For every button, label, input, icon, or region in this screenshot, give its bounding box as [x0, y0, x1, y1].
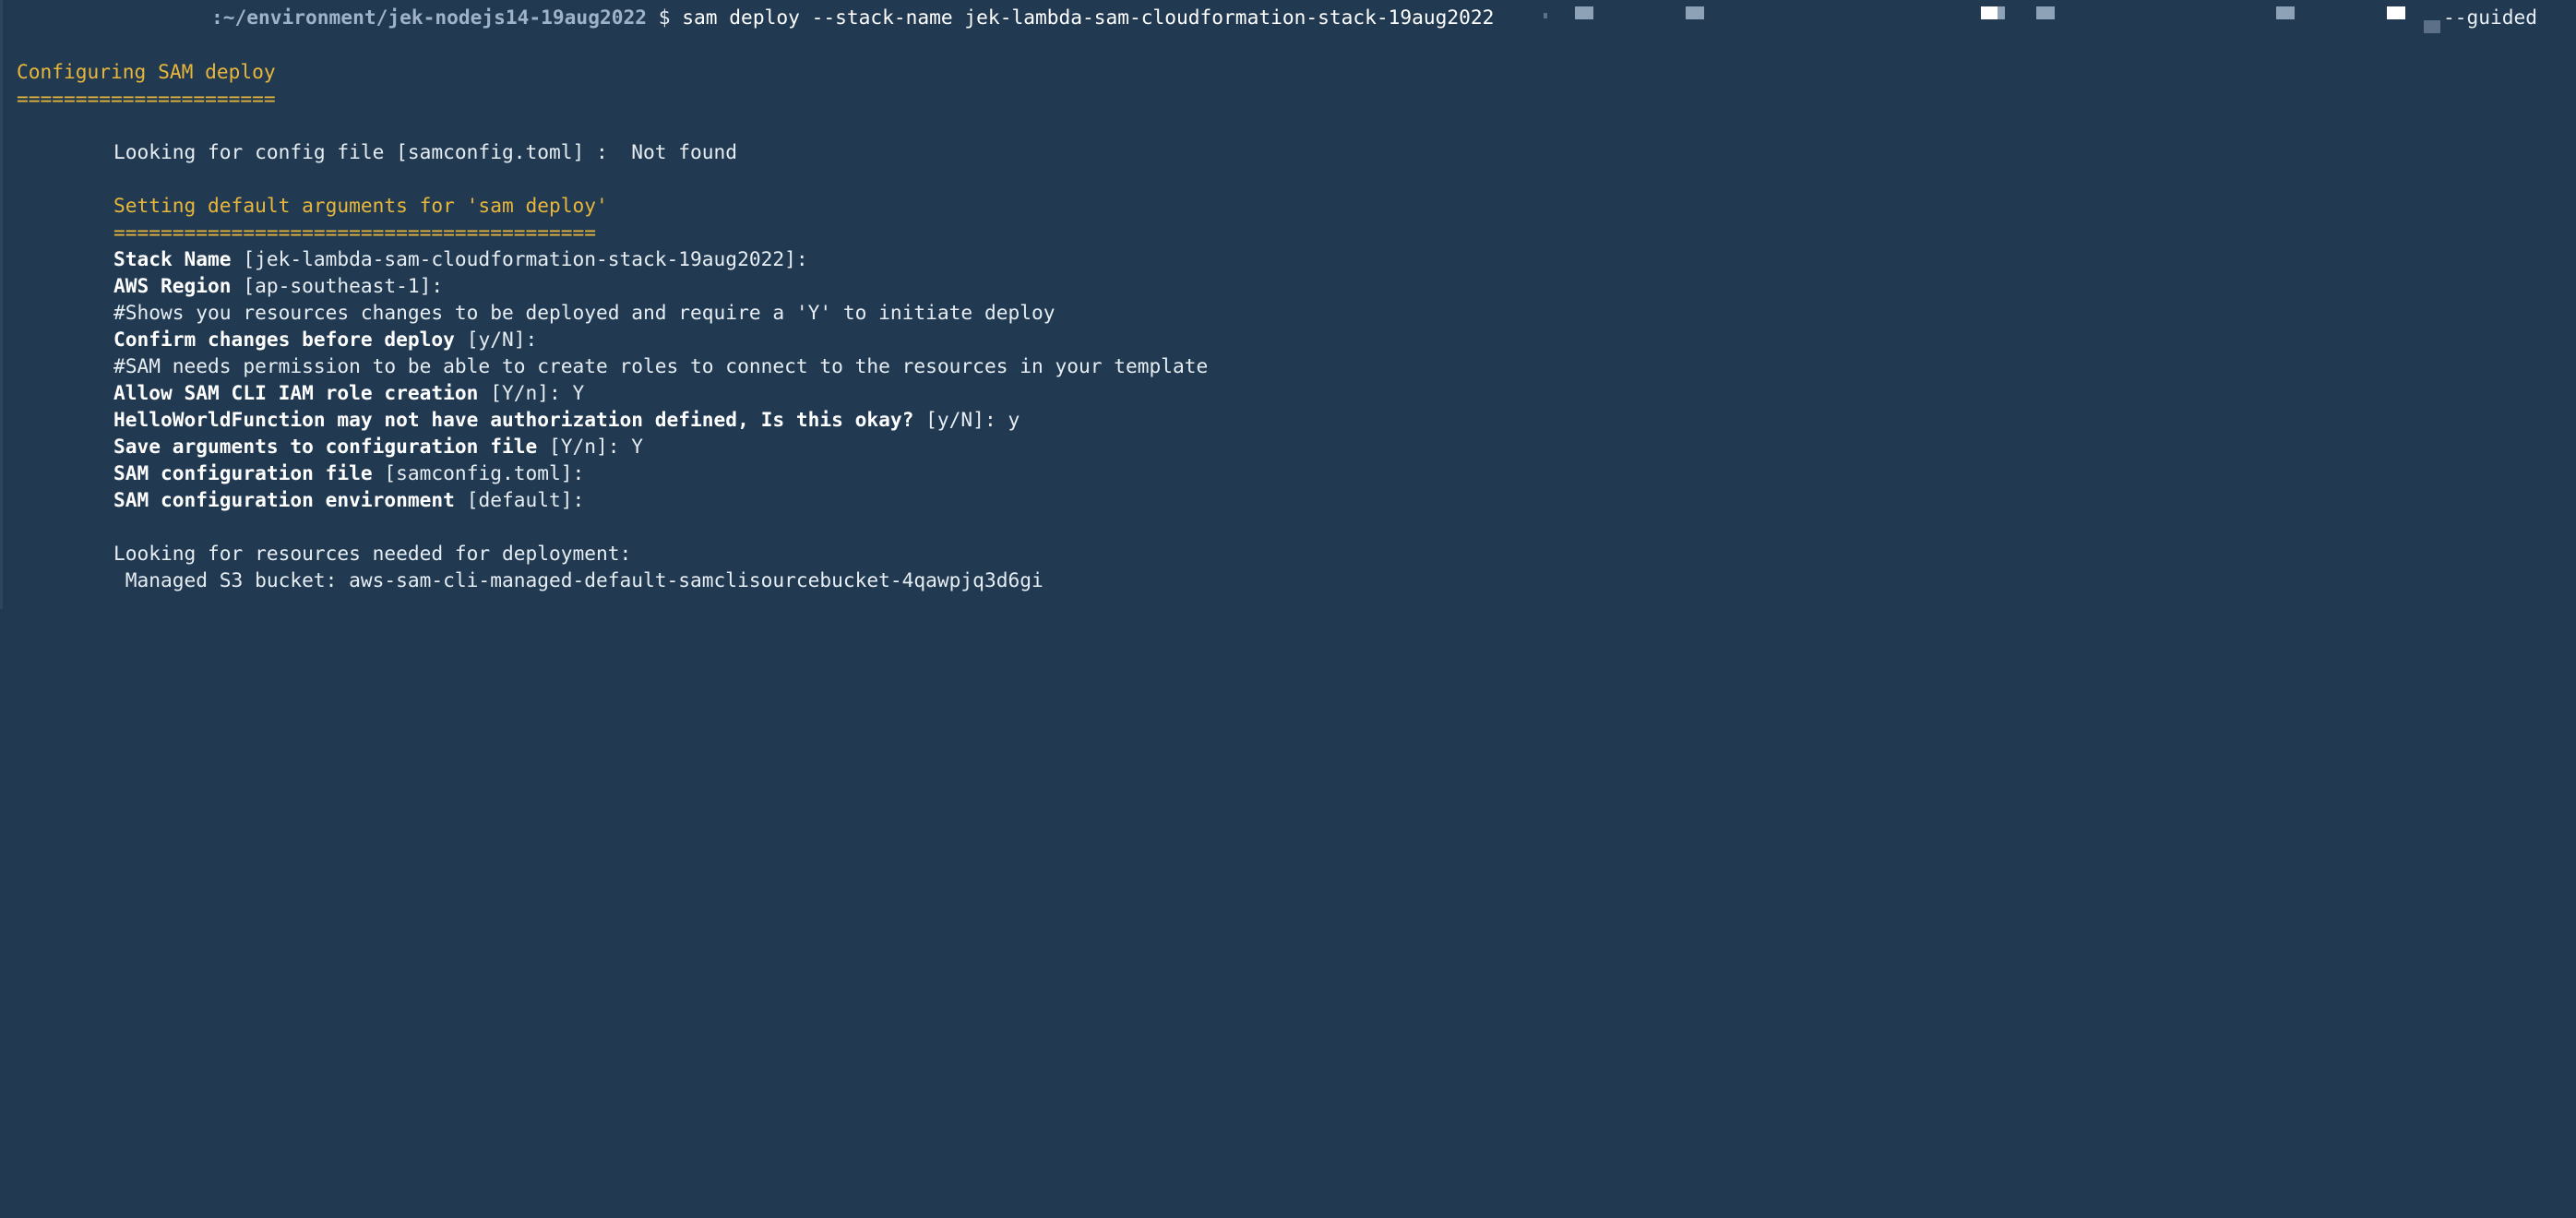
redacted-block: [1575, 6, 1593, 19]
redacted-block: [2387, 6, 2405, 19]
auth-label: HelloWorldFunction may not have authoriz…: [113, 408, 914, 431]
comment-confirm-line: #Shows you resources changes to be deplo…: [113, 301, 1055, 324]
section-heading-defaults: Setting default arguments for 'sam deplo…: [113, 194, 608, 217]
terminal-left-edge: [0, 0, 3, 609]
command-prompt-line: :~/environment/jek-nodejs14-19aug2022 $ …: [211, 4, 1494, 30]
prompt-symbol: $: [658, 6, 671, 29]
region-label: AWS Region: [113, 274, 232, 297]
stack-name-line: Stack Name [jek-lambda-sam-cloudformatio…: [113, 245, 808, 272]
confirm-label: Confirm changes before deploy: [113, 328, 455, 351]
iam-value: [Y/n]: Y: [478, 381, 585, 404]
region-line: AWS Region [ap-southeast-1]:: [113, 272, 443, 299]
terminal-window[interactable]: :~/environment/jek-nodejs14-19aug2022 $ …: [0, 0, 2576, 609]
trailing-flag: --guided: [2443, 6, 2538, 29]
redacted-block: [2036, 6, 2055, 19]
redacted-block: [1981, 6, 1998, 19]
auth-line: HelloWorldFunction may not have authoriz…: [113, 406, 1020, 433]
iam-label: Allow SAM CLI IAM role creation: [113, 381, 479, 404]
save-value: [Y/n]: Y: [537, 435, 644, 458]
redacted-block: [2276, 6, 2295, 19]
stack-name-value: [jek-lambda-sam-cloudformation-stack-19a…: [231, 247, 808, 270]
redacted-block: [1686, 6, 1704, 19]
auth-value: [y/N]: y: [913, 408, 1020, 431]
save-label: Save arguments to configuration file: [113, 435, 538, 458]
confirm-value: [y/N]:: [454, 328, 538, 351]
command-text: sam deploy --stack-name jek-lambda-sam-c…: [682, 6, 1495, 29]
looking-resources-line: Looking for resources needed for deploym…: [113, 542, 632, 565]
section-rule-configuring: ======================: [17, 87, 276, 110]
save-line: Save arguments to configuration file [Y/…: [113, 433, 643, 460]
comment-permission-line: #SAM needs permission to be able to crea…: [113, 354, 1209, 377]
redacted-block: [1998, 6, 2005, 19]
redacted-block: [1544, 13, 1547, 18]
config-file-line: SAM configuration file [samconfig.toml]:: [113, 460, 584, 486]
config-env-value: [default]:: [454, 488, 585, 511]
stack-name-label: Stack Name: [113, 247, 232, 270]
region-value: [ap-southeast-1]:: [231, 274, 444, 297]
section-heading-configuring: Configuring SAM deploy: [17, 60, 276, 83]
section-rule-defaults: ========================================…: [113, 221, 596, 244]
confirm-line: Confirm changes before deploy [y/N]:: [113, 326, 537, 352]
config-env-label: SAM configuration environment: [113, 488, 455, 511]
iam-line: Allow SAM CLI IAM role creation [Y/n]: Y: [113, 379, 584, 406]
redacted-block: [2424, 20, 2440, 33]
managed-bucket-line: Managed S3 bucket: aws-sam-cli-managed-d…: [113, 568, 1044, 591]
config-env-line: SAM configuration environment [default]:: [113, 486, 584, 513]
config-file-label: SAM configuration file: [113, 461, 373, 484]
looking-config-line: Looking for config file [samconfig.toml]…: [113, 140, 738, 163]
prompt-path: :~/environment/jek-nodejs14-19aug2022: [211, 6, 647, 29]
config-file-value: [samconfig.toml]:: [372, 461, 585, 484]
